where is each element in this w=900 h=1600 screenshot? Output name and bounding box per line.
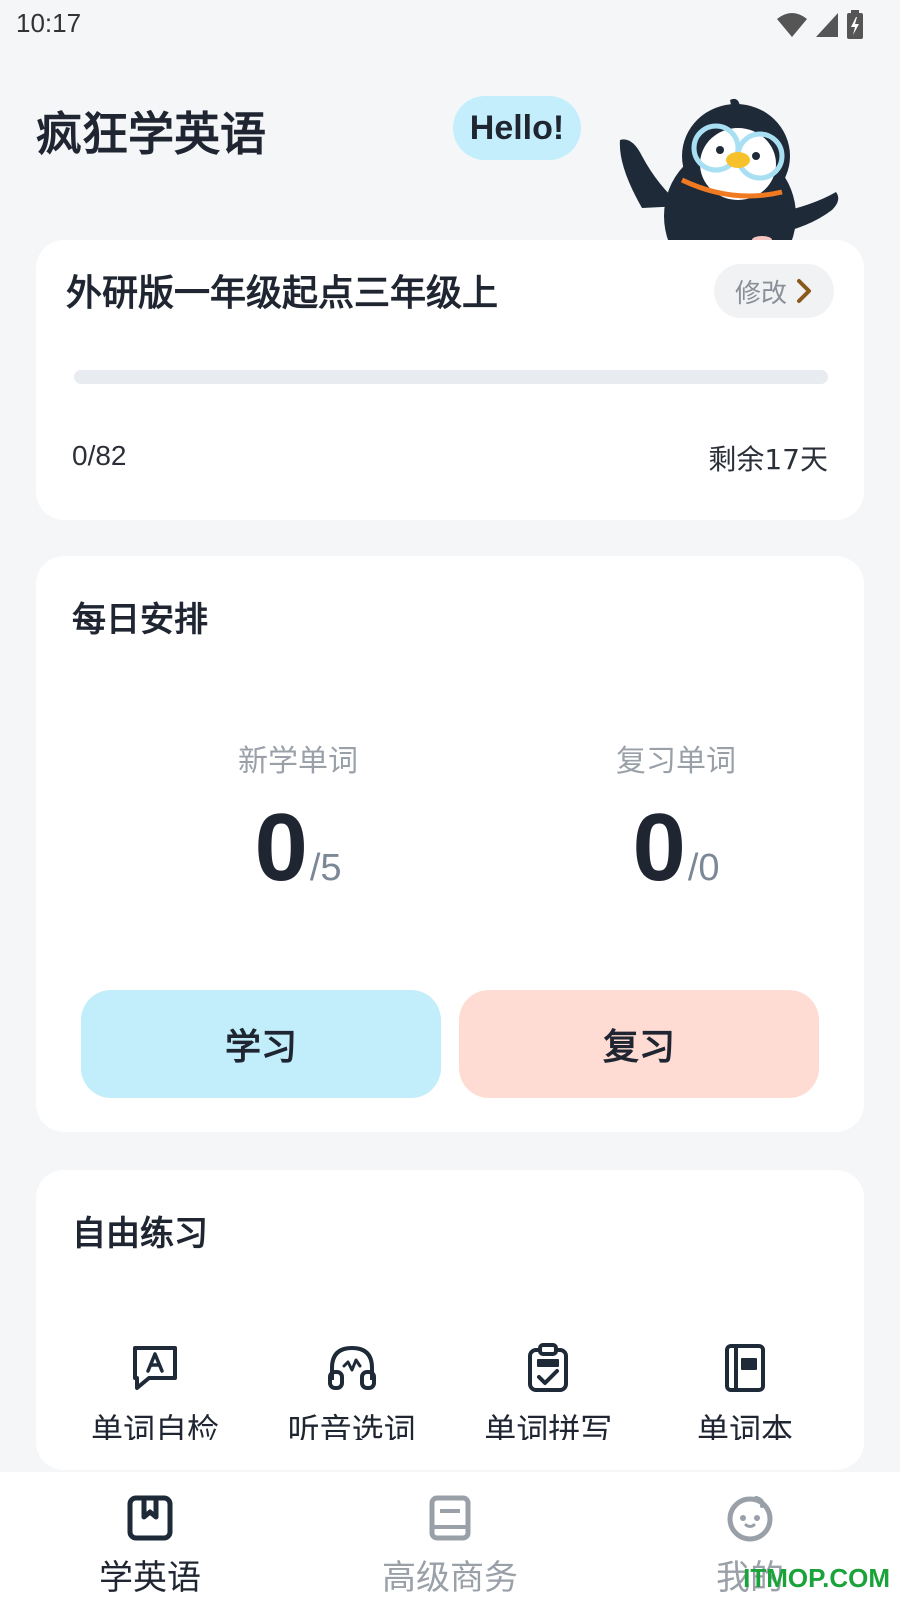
smiley-face-icon [724, 1492, 776, 1544]
free-practice-title: 自由练习 [72, 1214, 208, 1254]
practice-label: 单词自检 [90, 1411, 219, 1440]
penguin-mascot-icon [612, 96, 852, 242]
review-words-stat: 复习单词 0 /0 [526, 736, 826, 896]
progress-count: 0/82 [72, 440, 127, 471]
hello-bubble: Hello! [453, 96, 581, 160]
review-button[interactable]: 复习 [459, 990, 819, 1098]
review-words-count: 0 /0 [526, 800, 826, 896]
nav-item-advanced-business[interactable]: 高级商务 [340, 1492, 560, 1599]
new-words-count: 0 /5 [148, 800, 448, 896]
nav-label: 学英语 [99, 1558, 201, 1598]
notebook-icon [717, 1340, 773, 1396]
practice-word-notebook[interactable]: 单词本 [660, 1340, 830, 1440]
nav-item-learn-english[interactable]: 学英语 [40, 1492, 260, 1599]
free-practice-card: 自由练习 单词自检 听音选词 单词拼写 单词本 [36, 1170, 864, 1470]
learn-button[interactable]: 学习 [81, 990, 441, 1098]
practice-label: 单词拼写 [484, 1411, 613, 1440]
chevron-right-icon [797, 279, 811, 303]
practice-word-check[interactable]: 单词自检 [70, 1340, 240, 1440]
status-time: 10:17 [16, 8, 82, 38]
review-words-label: 复习单词 [616, 744, 736, 779]
practice-label: 单词本 [696, 1411, 793, 1440]
nav-label: 高级商务 [382, 1558, 518, 1598]
headphones-icon [324, 1340, 380, 1396]
bookmark-book-icon [124, 1492, 176, 1544]
daily-plan-card: 每日安排 新学单词 0 /5 复习单词 0 /0 学习 复习 [36, 556, 864, 1132]
book-icon [424, 1492, 476, 1544]
new-words-label: 新学单词 [238, 744, 358, 779]
new-words-stat: 新学单词 0 /5 [148, 736, 448, 896]
practice-label: 听音选词 [287, 1411, 416, 1440]
daily-plan-title: 每日安排 [72, 600, 208, 640]
review-words-value: 0 [632, 794, 686, 901]
status-icons [776, 10, 864, 40]
practice-items: 单词自检 听音选词 单词拼写 单词本 [70, 1340, 830, 1440]
watermark: ITMOP.COM [743, 1563, 890, 1593]
book-title: 外研版一年级起点三年级上 [66, 273, 499, 314]
days-left: 剩余17天 [708, 443, 828, 476]
new-words-total: /5 [309, 847, 342, 889]
practice-word-spelling[interactable]: 单词拼写 [463, 1340, 633, 1440]
battery-icon [847, 10, 863, 39]
book-card: 外研版一年级起点三年级上 修改 0/82 剩余17天 [36, 240, 864, 520]
clipboard-abc-icon [520, 1340, 576, 1396]
wifi-icon [777, 13, 807, 37]
new-words-value: 0 [254, 794, 308, 901]
modify-label: 修改 [734, 278, 787, 309]
book-progress-bar [74, 370, 828, 384]
word-check-icon [127, 1340, 183, 1396]
signal-icon [816, 13, 838, 37]
status-bar: 10:17 [0, 0, 900, 50]
app-title: 疯狂学英语 [36, 107, 266, 161]
modify-button[interactable]: 修改 [714, 264, 834, 318]
review-words-total: /0 [687, 847, 720, 889]
bottom-nav: 学英语 高级商务 我的 ITMOP.COM [0, 1472, 900, 1600]
practice-listen-choose[interactable]: 听音选词 [267, 1340, 437, 1440]
